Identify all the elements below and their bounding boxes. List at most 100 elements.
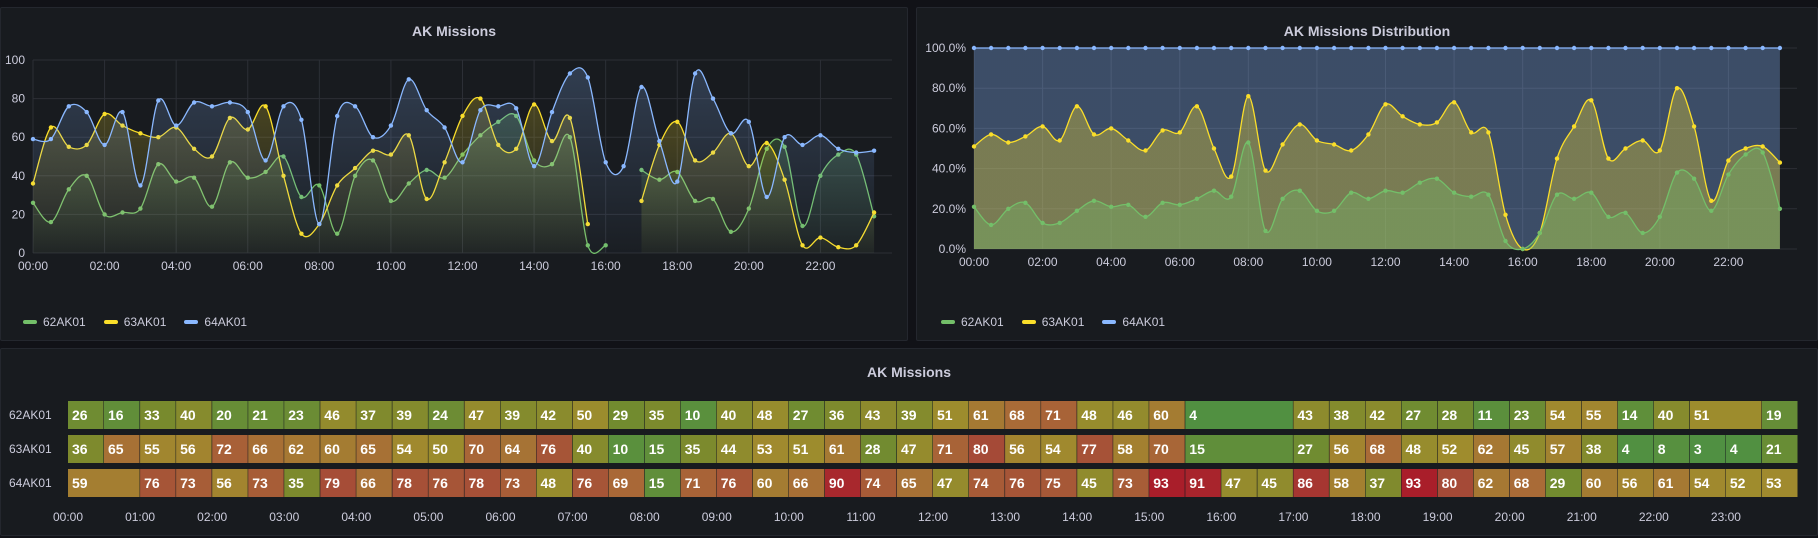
legend-item-62AK01[interactable]: 62AK01 — [23, 315, 86, 329]
data-point-64AK01 — [1434, 45, 1440, 51]
data-point-63AK01 — [1366, 132, 1371, 137]
data-point-64AK01 — [1417, 45, 1422, 51]
timeline-cell-value: 65 — [108, 441, 124, 457]
data-point-63AK01 — [263, 104, 268, 109]
data-point-63AK01 — [1606, 156, 1611, 161]
data-point-63AK01 — [1726, 158, 1731, 163]
x-tick-label: 02:00 — [197, 510, 227, 524]
data-point-64AK01 — [120, 109, 125, 115]
data-point-64AK01 — [335, 113, 340, 119]
data-point-64AK01 — [1177, 45, 1182, 51]
timeline-cell-value: 45 — [1081, 475, 1097, 491]
data-point-64AK01 — [66, 104, 72, 109]
row-label: 62AK01 — [9, 408, 52, 422]
legend-item-63AK01[interactable]: 63AK01 — [1021, 315, 1084, 329]
timeline-cell-value: 56 — [216, 475, 232, 491]
missions-line-chart: 0 20 40 60 80 100 00:00 02:00 04:00 06:00 08:00 10:… — [5, 53, 892, 273]
data-point-62AK01 — [1726, 172, 1731, 177]
timeline-cell-value: 86 — [1297, 475, 1313, 491]
data-point-64AK01 — [871, 148, 877, 153]
data-point-62AK01 — [1349, 190, 1354, 195]
data-point-62AK01 — [1623, 210, 1628, 215]
data-point-63AK01 — [1006, 140, 1011, 145]
timeline-cell-value: 66 — [252, 441, 268, 457]
missions-panel: AK Missions 0 20 40 60 80 100 00:00 02:00 04:00 0… — [0, 7, 908, 341]
data-point-64AK01 — [1057, 45, 1062, 51]
data-point-62AK01 — [1520, 246, 1525, 252]
data-point-62AK01 — [1554, 192, 1560, 197]
data-point-64AK01 — [478, 108, 483, 113]
legend-item-64AK01[interactable]: 64AK01 — [1102, 315, 1165, 329]
timeline-cell-value: 4 — [1189, 407, 1197, 423]
data-point-64AK01 — [1486, 45, 1491, 51]
timeline-cell-value: 47 — [1225, 475, 1241, 491]
timeline-cell-value: 43 — [865, 407, 881, 423]
data-point-64AK01 — [496, 104, 501, 109]
data-point-63AK01 — [1331, 142, 1337, 147]
data-point-64AK01 — [1520, 45, 1525, 51]
data-point-64AK01 — [1537, 45, 1542, 51]
timeline-cell-value: 35 — [288, 475, 304, 491]
timeline-cell-value: 19 — [1766, 407, 1782, 423]
timeline-cell-value: 60 — [324, 441, 340, 457]
data-point-64AK01 — [657, 138, 662, 144]
x-tick-label: 10:00 — [774, 510, 804, 524]
legend-item-62AK01[interactable]: 62AK01 — [941, 315, 1004, 329]
data-point-64AK01 — [692, 71, 698, 76]
data-point-63AK01 — [1143, 148, 1148, 153]
data-point-63AK01 — [1400, 114, 1405, 119]
y-tick-label: 40 — [12, 169, 26, 183]
data-point-63AK01 — [48, 125, 54, 130]
timeline-cell-value: 68 — [1370, 441, 1386, 457]
x-tick-label: 06:00 — [1165, 255, 1195, 269]
data-point-64AK01 — [1314, 45, 1320, 51]
data-point-62AK01 — [1091, 198, 1097, 203]
data-point-62AK01 — [1023, 200, 1028, 205]
legend-item-63AK01[interactable]: 63AK01 — [103, 315, 166, 329]
distribution-area-chart: 0.0% 20.0% 40.0% 60.0% 80.0% 100.0% 00:00 02:00… — [925, 41, 1797, 269]
x-tick-label: 18:00 — [662, 259, 692, 273]
data-point-63AK01 — [1709, 198, 1714, 203]
timeline-cell-value: 53 — [1766, 475, 1782, 491]
timeline-cell-value: 50 — [577, 407, 593, 423]
data-point-64AK01 — [1366, 45, 1371, 51]
timeline-cell-value: 73 — [505, 475, 521, 491]
timeline-cell-value: 55 — [144, 441, 160, 457]
data-point-62AK01 — [1194, 196, 1200, 201]
x-tick-label: 22:00 — [805, 259, 835, 273]
data-point-64AK01 — [1709, 45, 1714, 51]
data-point-62AK01 — [1177, 202, 1182, 207]
timeline-cell-value: 20 — [216, 407, 232, 423]
data-point-64AK01 — [1246, 45, 1251, 51]
x-tick-label: 09:00 — [702, 510, 732, 524]
data-point-64AK01 — [1589, 45, 1594, 51]
data-point-62AK01 — [1331, 208, 1337, 213]
x-tick-label: 00:00 — [18, 259, 48, 273]
data-point-64AK01 — [424, 108, 429, 113]
data-point-62AK01 — [1383, 188, 1388, 193]
timeline-cell-value: 4 — [1730, 441, 1738, 457]
data-point-62AK01 — [1434, 176, 1440, 181]
timeline-cell-value: 65 — [901, 475, 917, 491]
legend-item-64AK01[interactable]: 64AK01 — [184, 315, 247, 329]
timeline-cell-value: 74 — [865, 475, 881, 491]
data-point-63AK01 — [1760, 144, 1765, 149]
data-point-62AK01 — [1691, 176, 1697, 181]
timeline-cell-value: 73 — [180, 475, 196, 491]
data-point-63AK01 — [1691, 124, 1697, 129]
data-point-63AK01 — [1280, 142, 1285, 147]
timeline-cell-value: 59 — [72, 475, 88, 491]
data-point-63AK01 — [1674, 86, 1680, 91]
timeline-cell-value: 57 — [1550, 441, 1566, 457]
data-point-64AK01 — [1297, 45, 1302, 51]
data-point-64AK01 — [388, 123, 394, 128]
timeline-cell-value: 71 — [1045, 407, 1061, 423]
x-tick-label: 20:00 — [1495, 510, 1525, 524]
data-point-63AK01 — [988, 132, 994, 137]
x-tick-label: 03:00 — [269, 510, 299, 524]
data-point-64AK01 — [1143, 45, 1148, 51]
data-point-64AK01 — [675, 179, 680, 184]
data-point-64AK01 — [1691, 45, 1697, 51]
data-point-62AK01 — [1537, 230, 1542, 236]
data-point-64AK01 — [352, 104, 358, 109]
